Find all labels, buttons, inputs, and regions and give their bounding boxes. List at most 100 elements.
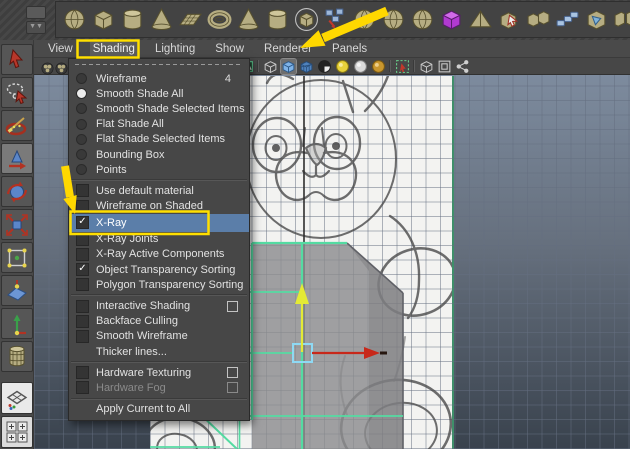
quad-chips-icon[interactable]: [555, 7, 580, 32]
use-all-lights-icon[interactable]: [317, 59, 332, 74]
soft-modification-tool[interactable]: [0, 275, 33, 306]
menu-item-bounding-box[interactable]: Bounding Box: [69, 147, 249, 162]
menu-item-flat-shade-selected[interactable]: Flat Shade Selected Items: [69, 132, 249, 147]
poly-pipe-icon[interactable]: [265, 7, 290, 32]
smooth-sphere-icon[interactable]: [352, 7, 377, 32]
menu-item-points[interactable]: Points: [69, 162, 249, 177]
last-tool-used[interactable]: [0, 341, 33, 372]
checkbox-icon: [76, 366, 89, 380]
select-faces-icon[interactable]: [497, 7, 522, 32]
isolate-select-icon[interactable]: [437, 59, 452, 74]
menu-item-wireframe[interactable]: Wireframe 4: [69, 71, 249, 86]
menu-item-flat-shade-all[interactable]: Flat Shade All: [69, 117, 249, 132]
menu-item-hardware-texturing[interactable]: Hardware Texturing: [69, 365, 249, 380]
sphere-add-icon[interactable]: [410, 7, 435, 32]
xray-display-icon[interactable]: [419, 59, 434, 74]
panel-menu-bar: View Shading Lighting Show Renderer Pane…: [34, 40, 630, 58]
checkbox-icon: [76, 184, 89, 198]
menu-item-thicker-lines[interactable]: Thicker lines...: [69, 344, 249, 359]
shelf-menu-button[interactable]: [26, 6, 46, 19]
layout-four-view[interactable]: [0, 416, 33, 448]
select-tool[interactable]: [0, 44, 33, 75]
poly-cylinder-icon[interactable]: [120, 7, 145, 32]
menu-item-hardware-fog: Hardware Fog: [69, 380, 249, 395]
checkbox-checked-icon: ✓: [76, 263, 89, 277]
menu-item-use-default-material[interactable]: Use default material: [69, 183, 249, 198]
menu-item-smooth-wireframe[interactable]: Smooth Wireframe: [69, 329, 249, 344]
menu-item-x-ray[interactable]: ✓ X-Ray: [69, 213, 249, 232]
scale-tool[interactable]: [0, 209, 33, 240]
shaded-display-icon[interactable]: [280, 57, 297, 75]
checkbox-icon: [76, 329, 89, 343]
uv-cube-icon[interactable]: [439, 7, 464, 32]
camera-attrs-icon[interactable]: [40, 61, 54, 74]
prism-tool-icon[interactable]: [468, 7, 493, 32]
menu-tearoff-handle[interactable]: [75, 63, 243, 66]
menu-item-apply-current-to-all[interactable]: Apply Current to All: [69, 402, 249, 417]
separate-meshes-icon[interactable]: [613, 7, 630, 32]
radio-icon: [76, 118, 87, 130]
poly-cube-icon[interactable]: [91, 7, 116, 32]
menu-item-smooth-shade-selected[interactable]: Smooth Shade Selected Items: [69, 101, 249, 116]
menu-item-polygon-transparency-sorting[interactable]: Polygon Transparency Sorting: [69, 277, 249, 292]
textured-display-icon[interactable]: [299, 59, 314, 74]
option-box-icon: [227, 382, 238, 394]
shelf-collapse-button[interactable]: ▼▼: [26, 21, 46, 34]
menu-item-wireframe-on-shaded[interactable]: Wireframe on Shaded: [69, 199, 249, 214]
option-box-icon[interactable]: [227, 367, 238, 379]
toolbar-separator: [389, 60, 392, 72]
sphere-tool-icon[interactable]: [381, 7, 406, 32]
no-lighting-icon[interactable]: [371, 59, 386, 74]
option-box-icon[interactable]: [227, 300, 238, 312]
menu-item-smooth-shade-all[interactable]: Smooth Shade All: [69, 86, 249, 101]
maya-window: ▼▼ View Shading Lighting Show Renderer P…: [0, 0, 630, 449]
poly-plane-icon[interactable]: [178, 7, 203, 32]
radio-icon: [76, 133, 87, 145]
wireframe-display-icon[interactable]: [263, 59, 278, 74]
scatter-objects-icon[interactable]: [323, 7, 348, 32]
extrude-face-icon[interactable]: [584, 7, 609, 32]
rotate-tool[interactable]: [0, 176, 33, 207]
layout-single-perspective[interactable]: [0, 382, 33, 414]
checkbox-icon: [76, 381, 89, 395]
menu-lighting[interactable]: Lighting: [152, 42, 198, 56]
radio-icon: [76, 103, 87, 115]
menu-view[interactable]: View: [45, 42, 76, 56]
paint-select-tool[interactable]: [0, 110, 33, 141]
checkbox-icon: [76, 299, 89, 313]
film-gate-icon[interactable]: [54, 61, 68, 74]
shelf-icon-strip: [55, 1, 630, 38]
menu-renderer[interactable]: Renderer: [261, 42, 315, 56]
radio-icon: [76, 164, 87, 176]
move-tool[interactable]: [0, 143, 33, 174]
poly-torus-icon[interactable]: [207, 7, 232, 32]
menu-shading[interactable]: Shading: [89, 41, 138, 56]
menu-item-interactive-shading[interactable]: Interactive Shading: [69, 298, 249, 313]
polygons-shelf: ▼▼: [0, 0, 630, 40]
xray-cube[interactable]: [252, 242, 404, 449]
menu-item-x-ray-active-components[interactable]: X-Ray Active Components: [69, 247, 249, 262]
menu-item-x-ray-joints[interactable]: X-Ray Joints: [69, 232, 249, 247]
default-lighting-icon[interactable]: [335, 59, 350, 74]
menu-separator: [71, 397, 247, 400]
combine-meshes-icon[interactable]: [526, 7, 551, 32]
menu-panels[interactable]: Panels: [329, 42, 370, 56]
poly-cone-icon[interactable]: [149, 7, 174, 32]
lasso-select-tool[interactable]: [0, 77, 33, 108]
menu-item-backface-culling[interactable]: Backface Culling: [69, 314, 249, 329]
shelf-corner-buttons: ▼▼: [26, 6, 48, 34]
show-manipulator-tool[interactable]: [0, 308, 33, 339]
shading-dropdown-menu: Wireframe 4 Smooth Shade All Smooth Shade…: [68, 58, 250, 421]
checkbox-icon: [76, 199, 89, 213]
menu-item-object-transparency-sorting[interactable]: ✓ Object Transparency Sorting: [69, 262, 249, 277]
menu-show[interactable]: Show: [212, 42, 247, 56]
subdiv-proxy-icon[interactable]: [294, 7, 319, 32]
universal-manipulator-tool[interactable]: [0, 242, 33, 273]
toolbar-separator: [413, 60, 416, 72]
poly-cone-sharp-icon[interactable]: [236, 7, 261, 32]
radio-icon: [76, 88, 87, 100]
plugin-shapes-icon[interactable]: [455, 59, 470, 74]
flat-lighting-icon[interactable]: [353, 59, 368, 74]
poly-sphere-icon[interactable]: [62, 7, 87, 32]
highlight-selection-icon[interactable]: [395, 59, 410, 74]
